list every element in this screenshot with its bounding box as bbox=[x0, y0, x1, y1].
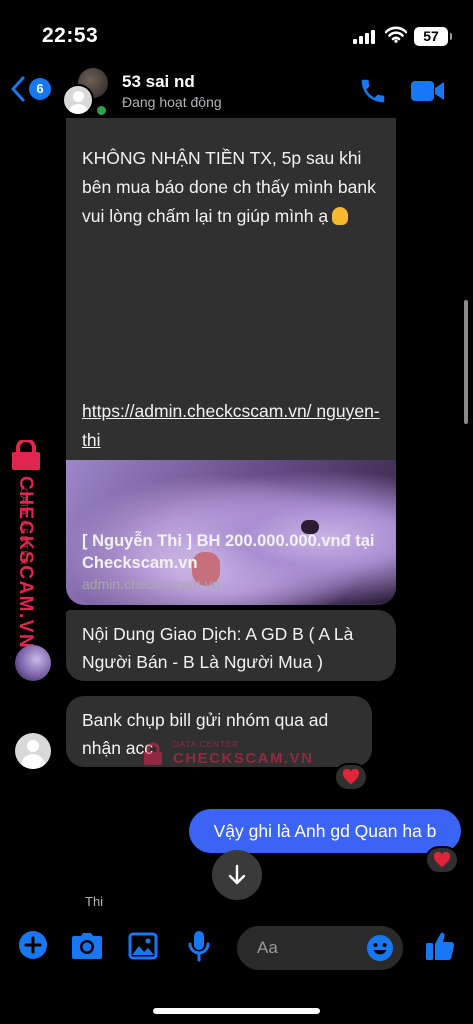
smiley-emoji-icon[interactable] bbox=[366, 934, 394, 962]
watermark-center: DATA CENTER CHECKSCAM.VN bbox=[141, 738, 312, 772]
status-time: 22:53 bbox=[42, 24, 99, 47]
lock-icon bbox=[12, 440, 40, 470]
plus-circle-icon[interactable] bbox=[18, 930, 48, 960]
lock-icon bbox=[144, 742, 162, 765]
watermark-center-main: CHECKSCAM.VN bbox=[173, 750, 314, 767]
wifi-icon bbox=[385, 26, 407, 43]
message-bubble[interactable]: Nội Dung Giao Dịch: A GD B ( A Là Người … bbox=[66, 610, 396, 681]
phone-icon[interactable] bbox=[358, 76, 388, 106]
link-preview-title[interactable]: [ Nguyễn Thi ] BH 200.000.000.vnđ tại Ch… bbox=[82, 530, 382, 574]
online-indicator bbox=[95, 104, 108, 117]
scrollbar[interactable] bbox=[464, 300, 468, 424]
message-link[interactable]: https://admin.checkcscam.vn/ nguyen-thi bbox=[82, 397, 382, 455]
seen-by-label: Thi bbox=[85, 894, 104, 909]
back-button[interactable]: 6 bbox=[10, 76, 51, 102]
image-gallery-icon[interactable] bbox=[128, 932, 158, 960]
sender-avatar-default[interactable] bbox=[15, 733, 51, 769]
thumbs-up-icon[interactable] bbox=[424, 930, 456, 962]
arrow-down-icon bbox=[228, 864, 246, 885]
heart-icon bbox=[342, 769, 360, 785]
unread-badge: 6 bbox=[29, 78, 51, 100]
chat-header: 6 53 sai nd Đang hoạt động bbox=[0, 62, 473, 120]
watermark-center-sub: DATA CENTER bbox=[173, 740, 239, 749]
home-indicator bbox=[153, 1008, 320, 1014]
microphone-icon[interactable] bbox=[188, 930, 210, 962]
signal-icon bbox=[353, 30, 375, 44]
pinched-fingers-emoji-icon bbox=[332, 207, 349, 225]
scroll-to-bottom-button[interactable] bbox=[212, 850, 262, 900]
sender-avatar[interactable] bbox=[15, 645, 51, 681]
watermark-side: DATA CENTER CHECKSCAM.VN bbox=[2, 440, 52, 649]
avatar-default-icon bbox=[62, 84, 94, 116]
battery-indicator: 57 bbox=[414, 27, 452, 46]
group-avatar[interactable] bbox=[62, 68, 112, 118]
video-camera-icon[interactable] bbox=[410, 78, 446, 104]
contact-name[interactable]: 53 sai nd bbox=[122, 72, 195, 92]
contact-status: Đang hoạt động bbox=[122, 94, 222, 110]
link-preview-domain: admin.checkcscam.vn bbox=[82, 576, 220, 592]
camera-icon[interactable] bbox=[71, 932, 103, 960]
chevron-left-icon bbox=[11, 76, 25, 102]
reaction-badge[interactable] bbox=[425, 846, 459, 874]
sent-message-bubble[interactable]: Vậy ghi là Anh gd Quan ha b bbox=[189, 809, 461, 853]
heart-icon bbox=[433, 852, 451, 868]
message-bubble-link[interactable]: KHÔNG NHẬN TIỀN TX, 5p sau khi bên mua b… bbox=[66, 118, 396, 605]
status-bar: 22:53 57 bbox=[0, 0, 473, 62]
message-text: KHÔNG NHẬN TIỀN TX, 5p sau khi bên mua b… bbox=[82, 148, 376, 226]
watermark-main: CHECKSCAM.VN bbox=[15, 476, 36, 650]
reaction-badge[interactable] bbox=[334, 763, 368, 791]
message-composer bbox=[0, 918, 473, 978]
